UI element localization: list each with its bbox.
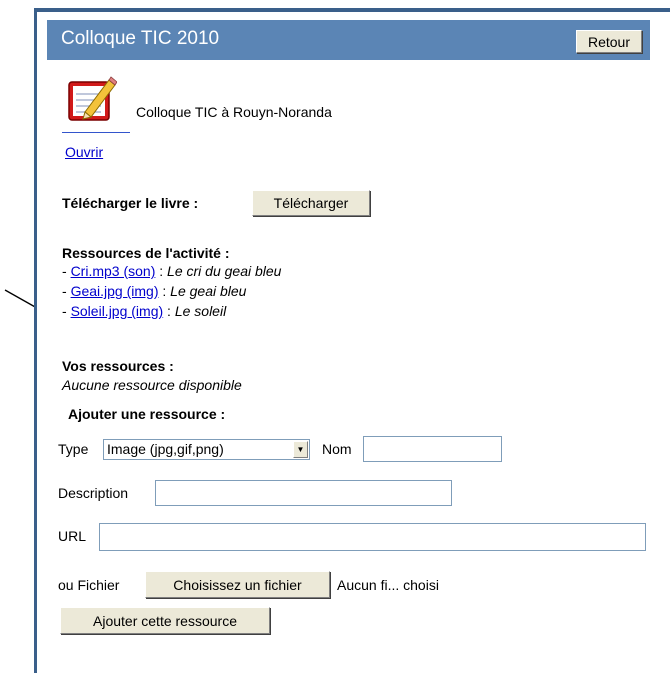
name-label: Nom <box>322 441 352 457</box>
empty-resources-text: Aucune ressource disponible <box>62 377 242 393</box>
description-label: Description <box>58 485 129 501</box>
resource-link-geai[interactable]: Geai.jpg (img) <box>71 283 159 299</box>
type-select[interactable]: Image (jpg,gif,png) ▼ <box>103 439 310 460</box>
url-label: URL <box>58 528 87 544</box>
resource-item: - Soleil.jpg (img) : Le soleil <box>62 303 227 319</box>
resource-link-cri[interactable]: Cri.mp3 (son) <box>71 263 156 279</box>
download-label: Télécharger le livre : <box>62 195 199 211</box>
file-label: ou Fichier <box>58 577 120 593</box>
activity-resources-heading: Ressources de l'activité : <box>62 245 230 261</box>
resource-description: Le cri du geai bleu <box>167 263 282 279</box>
type-label: Type <box>58 441 89 457</box>
notepad-pencil-icon[interactable] <box>65 72 118 128</box>
resource-item: - Geai.jpg (img) : Le geai bleu <box>62 283 247 299</box>
file-status-text: Aucun fi... choisi <box>337 577 439 593</box>
your-resources-heading: Vos ressources : <box>62 358 174 374</box>
open-link[interactable]: Ouvrir <box>65 144 103 160</box>
download-button[interactable]: Télécharger <box>252 190 370 216</box>
icon-underline <box>62 132 130 133</box>
chevron-down-icon[interactable]: ▼ <box>293 441 308 458</box>
resource-description: Le geai bleu <box>170 283 247 299</box>
main-panel: Colloque TIC 2010 Retour Colloque TIC à … <box>34 8 670 673</box>
header-bar: Colloque TIC 2010 Retour <box>47 20 650 60</box>
panel-top-border <box>37 8 670 12</box>
url-input[interactable] <box>99 523 646 551</box>
book-title: Colloque TIC à Rouyn-Noranda <box>136 104 332 120</box>
add-resource-heading: Ajouter une ressource : <box>68 406 226 422</box>
resource-link-soleil[interactable]: Soleil.jpg (img) <box>71 303 164 319</box>
page-title: Colloque TIC 2010 <box>61 28 220 49</box>
description-input[interactable] <box>155 480 452 506</box>
back-button[interactable]: Retour <box>576 30 642 53</box>
resource-item: - Cri.mp3 (son) : Le cri du geai bleu <box>62 263 282 279</box>
choose-file-button[interactable]: Choisissez un fichier <box>145 571 330 598</box>
type-select-value: Image (jpg,gif,png) <box>107 441 224 457</box>
resource-description: Le soleil <box>174 303 227 319</box>
add-resource-button[interactable]: Ajouter cette ressource <box>60 607 270 634</box>
name-input[interactable] <box>363 436 502 462</box>
